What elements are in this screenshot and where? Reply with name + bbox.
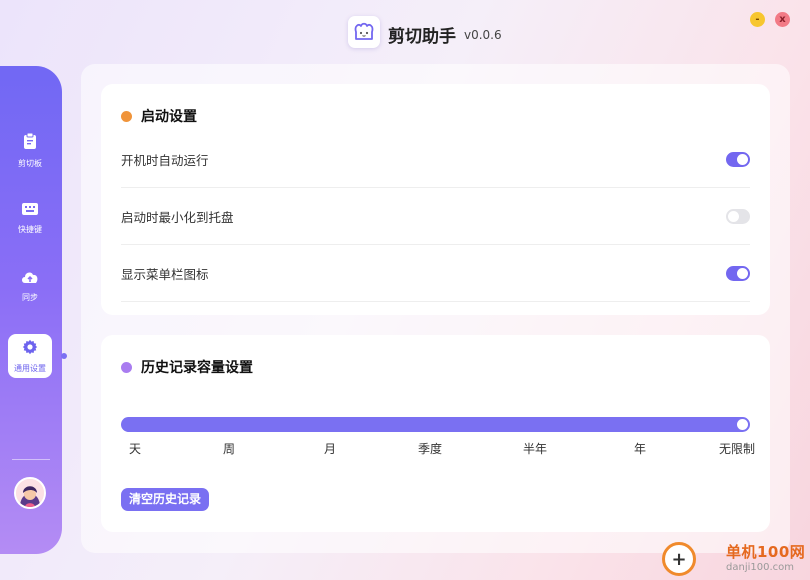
app-version: v0.0.6	[464, 28, 502, 42]
app-logo-icon	[348, 16, 380, 48]
slider-tick-label[interactable]: 季度	[418, 440, 442, 457]
section-dot-icon	[121, 361, 132, 373]
title-bar: 剪切助手 v0.0.6 - x	[0, 0, 810, 60]
minimize-button[interactable]: -	[750, 12, 765, 27]
menubar-icon-toggle[interactable]	[726, 265, 750, 281]
startup-settings-title: 启动设置	[121, 106, 197, 126]
slider-tick-label[interactable]: 无限制	[719, 440, 755, 457]
setting-label: 启动时最小化到托盘	[121, 209, 234, 225]
minimize-to-tray-toggle[interactable]	[726, 208, 750, 224]
autostart-toggle[interactable]	[726, 151, 750, 167]
section-dot-icon	[121, 110, 132, 122]
sidebar-divider	[12, 459, 50, 460]
history-capacity-slider[interactable]	[121, 417, 750, 432]
slider-tick-label[interactable]: 周	[223, 440, 235, 457]
clear-history-button[interactable]: 清空历史记录	[121, 488, 210, 511]
cloud-upload-icon	[20, 269, 40, 288]
close-button[interactable]: x	[775, 12, 790, 27]
history-capacity-card: 历史记录容量设置 天 周 月 季度 半年 年 无限制 清空历史记录	[101, 335, 770, 532]
startup-settings-card: 启动设置 开机时自动运行 启动时最小化到托盘 显示菜单栏图标	[101, 84, 770, 315]
setting-row-minimize-to-tray: 启动时最小化到托盘	[121, 188, 750, 245]
slider-tick-label[interactable]: 天	[129, 440, 141, 457]
sidebar-item-label: 快捷键	[18, 225, 42, 234]
sidebar-item-sync[interactable]: 同步	[8, 264, 52, 308]
setting-row-menubar-icon: 显示菜单栏图标	[121, 245, 750, 302]
setting-row-autostart: 开机时自动运行	[121, 131, 750, 188]
slider-tick-label[interactable]: 月	[324, 440, 336, 457]
clipboard-icon	[22, 132, 38, 154]
keyboard-icon	[21, 201, 39, 220]
slider-tick-label[interactable]: 年	[634, 440, 646, 457]
setting-label: 开机时自动运行	[121, 152, 209, 168]
history-capacity-title: 历史记录容量设置	[121, 357, 253, 377]
app-name: 剪切助手	[388, 27, 456, 47]
sidebar-item-label: 剪切板	[18, 158, 42, 168]
watermark-url: danji100.com	[726, 562, 794, 573]
watermark-site: 单机100网	[726, 543, 806, 561]
sidebar-item-label: 通用设置	[14, 363, 46, 373]
slider-handle[interactable]	[737, 419, 748, 430]
sidebar: 剪切板 快捷键 同步 通用设置	[0, 66, 62, 554]
gear-icon	[22, 339, 38, 359]
slider-tick-label[interactable]: 半年	[523, 440, 547, 457]
active-indicator-dot	[61, 353, 67, 359]
sidebar-item-shortcuts[interactable]: 快捷键	[8, 196, 52, 240]
sidebar-item-clipboard[interactable]: 剪切板	[8, 128, 52, 172]
watermark-logo: + 单机100网 danji100.com	[662, 540, 810, 580]
plus-circle-icon: +	[662, 542, 696, 576]
sidebar-item-general-settings[interactable]: 通用设置	[8, 334, 52, 378]
sidebar-item-label: 同步	[22, 293, 38, 302]
main-panel: 启动设置 开机时自动运行 启动时最小化到托盘 显示菜单栏图标 历史记录容量设置 …	[81, 64, 790, 553]
setting-label: 显示菜单栏图标	[121, 266, 209, 282]
avatar[interactable]	[14, 477, 46, 509]
